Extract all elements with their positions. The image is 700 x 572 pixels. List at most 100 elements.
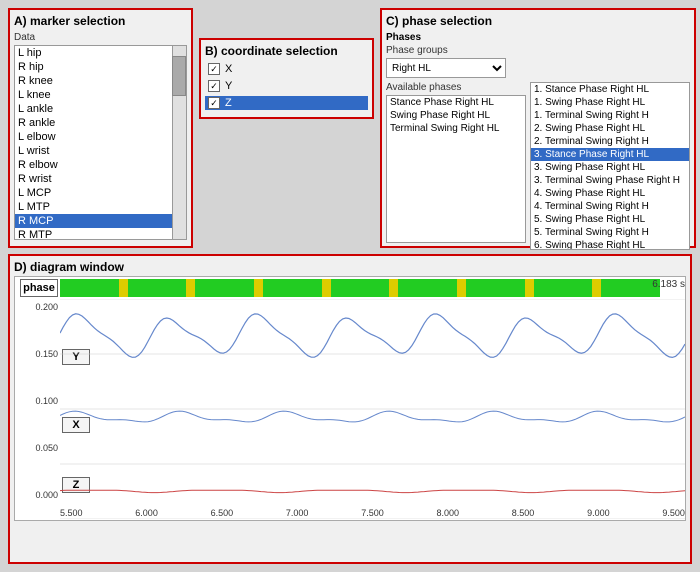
marker-list-item[interactable]: R knee [15,74,186,88]
panel-a: A) marker selection Data L hipR hipR kne… [8,8,193,248]
coord-row[interactable]: ✓Y [205,79,368,93]
x-axis: 5.5006.0006.5007.0007.5008.0008.5009.000… [60,508,685,518]
phase-segment [60,279,119,297]
x-tick: 6.000 [135,508,158,518]
scrollbar-track[interactable] [172,46,186,239]
marker-list-item[interactable]: R MTP [15,228,186,240]
available-phases-label: Available phases [386,82,526,93]
x-tick: 6.500 [211,508,234,518]
panel-b-title: B) coordinate selection [205,44,368,58]
y-tick: 0.000 [35,490,58,500]
phase-segment [466,279,525,297]
phase-segment [525,279,534,297]
phase-list-item[interactable]: 3. Stance Phase Right HL [531,148,689,161]
y-tick: 0.100 [35,396,58,406]
x-tick: 9.000 [587,508,610,518]
phase-segment [592,279,601,297]
phase-bar [60,279,660,297]
avail-phase-item[interactable]: Swing Phase Right HL [387,109,525,122]
marker-list-item[interactable]: R hip [15,60,186,74]
coord-row[interactable]: ✓Z [205,96,368,110]
panel-b: B) coordinate selection ✓X✓Y✓Z [199,38,374,119]
marker-list-item[interactable]: L ankle [15,102,186,116]
phase-list-item[interactable]: 5. Swing Phase Right HL [531,213,689,226]
marker-list-item[interactable]: R wrist [15,172,186,186]
phase-segment [389,279,398,297]
x-tick: 9.500 [662,508,685,518]
coord-checkbox[interactable]: ✓ [208,97,220,109]
phase-segment [186,279,195,297]
phase-segment [331,279,390,297]
marker-list-item[interactable]: L MTP [15,200,186,214]
phase-segment [534,279,593,297]
marker-list-item[interactable]: R MCP [15,214,186,228]
phase-list-item[interactable]: 4. Swing Phase Right HL [531,187,689,200]
avail-phase-item[interactable]: Stance Phase Right HL [387,96,525,109]
scrollbar-thumb[interactable] [172,56,186,96]
marker-list-item[interactable]: R ankle [15,116,186,130]
diagram-area: phase 6.183 s 0.2000.1500.1000.0500.000 … [14,276,686,521]
phase-list-item[interactable]: 5. Terminal Swing Right H [531,226,689,239]
phase-list-item[interactable]: 1. Stance Phase Right HL [531,83,689,96]
marker-list-item[interactable]: L hip [15,46,186,60]
coord-checkbox[interactable]: ✓ [208,63,220,75]
phases-list-box[interactable]: 1. Stance Phase Right HL1. Swing Phase R… [530,82,690,250]
available-phases-list[interactable]: Stance Phase Right HLSwing Phase Right H… [386,95,526,243]
phase-groups-select[interactable]: Right HL [386,58,506,78]
phase-list-item[interactable]: 6. Swing Phase Right HL [531,239,689,250]
panel-c-title: C) phase selection [386,14,690,28]
x-tick: 7.500 [361,508,384,518]
coord-list: ✓X✓Y✓Z [205,62,368,110]
diagram-title: D) diagram window [14,260,686,274]
marker-list-item[interactable]: L MCP [15,186,186,200]
coord-label: X [225,63,232,75]
x-tick: 5.500 [60,508,83,518]
phase-segment [128,279,187,297]
y-tick: 0.150 [35,349,58,359]
coord-row[interactable]: ✓X [205,62,368,76]
coord-label: Z [225,97,232,109]
phase-segment [398,279,457,297]
marker-list-item[interactable]: L elbow [15,130,186,144]
phases-list-col: 1. Stance Phase Right HL1. Swing Phase R… [530,82,690,250]
panel-d: D) diagram window phase 6.183 s 0.200 0.1… [8,254,692,564]
phase-list-item[interactable]: 1. Swing Phase Right HL [531,96,689,109]
panel-c: C) phase selection Phases Phase groups R… [380,8,696,248]
coord-checkbox[interactable]: ✓ [208,80,220,92]
phase-segment [457,279,466,297]
avail-phase-item[interactable]: Terminal Swing Right HL [387,122,525,135]
phases-heading: Phases [386,32,690,43]
main-container: A) marker selection Data L hipR hipR kne… [0,0,700,572]
phase-list-item[interactable]: 1. Terminal Swing Right H [531,109,689,122]
phase-list-item[interactable]: 3. Swing Phase Right HL [531,161,689,174]
coord-label: Y [225,80,232,92]
phase-segment [119,279,128,297]
phase-list-item[interactable]: 2. Swing Phase Right HL [531,122,689,135]
marker-list: L hipR hipR kneeL kneeL ankleR ankleL el… [15,46,186,240]
phase-content: Available phases Stance Phase Right HLSw… [386,82,690,250]
x-tick: 8.000 [436,508,459,518]
phase-list-item[interactable]: 2. Terminal Swing Right H [531,135,689,148]
y-tick: 0.200 [35,302,58,312]
phase-label-box: phase [20,279,58,297]
y-axis: 0.200 0.150 0.100 0.050 0.000 [15,302,60,500]
marker-list-container[interactable]: L hipR hipR kneeL kneeL ankleR ankleL el… [14,45,187,240]
marker-list-item[interactable]: R elbow [15,158,186,172]
available-phases-col: Available phases Stance Phase Right HLSw… [386,82,526,250]
marker-list-item[interactable]: L knee [15,88,186,102]
phase-list-item[interactable]: 3. Terminal Swing Phase Right H [531,174,689,187]
top-row: A) marker selection Data L hipR hipR kne… [8,8,692,248]
y-tick: 0.050 [35,443,58,453]
phase-groups-label: Phase groups [386,45,690,56]
marker-list-item[interactable]: L wrist [15,144,186,158]
data-label: Data [14,32,187,43]
phase-segment [263,279,322,297]
x-tick: 8.500 [512,508,535,518]
phase-bar-container: phase [60,279,660,297]
phase-segment [254,279,263,297]
phase-list-item[interactable]: 4. Terminal Swing Right H [531,200,689,213]
phase-segment [322,279,331,297]
chart-svg [60,299,685,519]
panel-a-title: A) marker selection [14,14,187,28]
time-label: 6.183 s [652,279,685,290]
